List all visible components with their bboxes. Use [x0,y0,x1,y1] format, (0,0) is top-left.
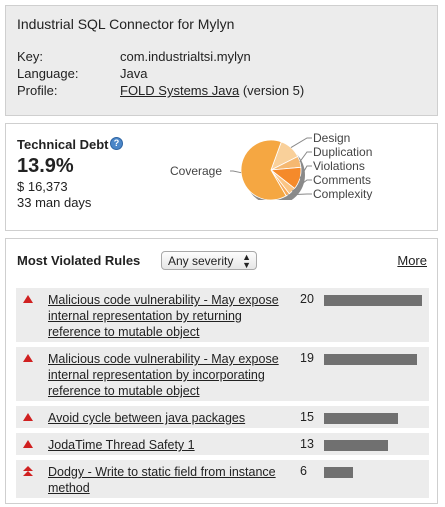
debt-pie-chart: DesignDuplicationViolationsCommentsCompl… [170,132,372,200]
pie-label-duplication: Duplication [313,145,372,159]
rule-row: Dodgy - Write to static field from insta… [16,460,429,498]
rule-row: Malicious code vulnerability - May expos… [16,347,429,401]
most-violated-rules-title: Most Violated Rules [17,253,141,268]
key-label: Key: [17,49,44,64]
profile-label: Profile: [17,83,58,98]
critical-severity-icon [23,413,33,421]
rule-row: Malicious code vulnerability - May expos… [16,288,429,342]
rule-link[interactable]: JodaTime Thread Safety 1 [48,437,293,453]
rule-row: Avoid cycle between java packages 15 [16,406,429,428]
critical-severity-icon [23,295,33,303]
most-violated-rules-widget: Most Violated Rules Any severity ▲ ▼ More… [5,238,438,504]
debt-days: 33 man days [17,195,92,210]
rule-link[interactable]: Malicious code vulnerability - May expos… [48,292,293,340]
language-value: Java [120,66,148,81]
project-title: Industrial SQL Connector for Mylyn [17,16,235,32]
language-label: Language: [17,66,79,81]
select-arrows-icon: ▲ ▼ [242,252,251,270]
project-header: Industrial SQL Connector for Mylyn Key: … [5,5,438,116]
rule-link[interactable]: Dodgy - Write to static field from insta… [48,464,293,496]
pie-label-coverage: Coverage [170,164,222,178]
profile-link[interactable]: FOLD Systems Java [120,83,239,98]
pie-leader-line [299,151,312,163]
rule-bar [324,440,388,451]
rule-count: 20 [300,292,314,306]
profile-version: (version 5) [242,83,305,98]
pie-label-violations: Violations [313,159,365,173]
rule-count: 13 [300,437,314,451]
severity-select-value: Any severity [168,254,234,268]
rule-bar [324,295,422,306]
pie-label-comments: Comments [313,173,371,187]
rule-bar [324,467,353,478]
rule-row: JodaTime Thread Safety 1 13 [16,433,429,455]
severity-select[interactable]: Any severity ▲ ▼ [161,251,257,270]
more-link[interactable]: More [397,253,427,268]
help-icon[interactable]: ? [110,137,123,150]
technical-debt-title: Technical Debt [17,137,109,152]
pie-label-complexity: Complexity [313,187,372,200]
rule-link[interactable]: Avoid cycle between java packages [48,410,293,426]
blocker-severity-icon [23,466,33,476]
pie-leader-line [290,137,312,149]
debt-amount: $ 16,373 [17,179,68,194]
rule-bar [324,413,398,424]
debt-percent: 13.9% [17,155,74,177]
pie-leader-line [230,170,242,174]
technical-debt-widget: Technical Debt ? 13.9% $ 16,373 33 man d… [5,123,438,231]
critical-severity-icon [23,440,33,448]
rule-count: 6 [300,464,307,478]
profile-value: FOLD Systems Java (version 5) [120,83,304,98]
critical-severity-icon [23,354,33,362]
key-value: com.industrialtsi.mylyn [120,49,251,64]
rule-bar [324,354,417,365]
rule-link[interactable]: Malicious code vulnerability - May expos… [48,351,293,399]
rule-count: 19 [300,351,314,365]
rule-count: 15 [300,410,314,424]
pie-label-design: Design [313,132,350,145]
